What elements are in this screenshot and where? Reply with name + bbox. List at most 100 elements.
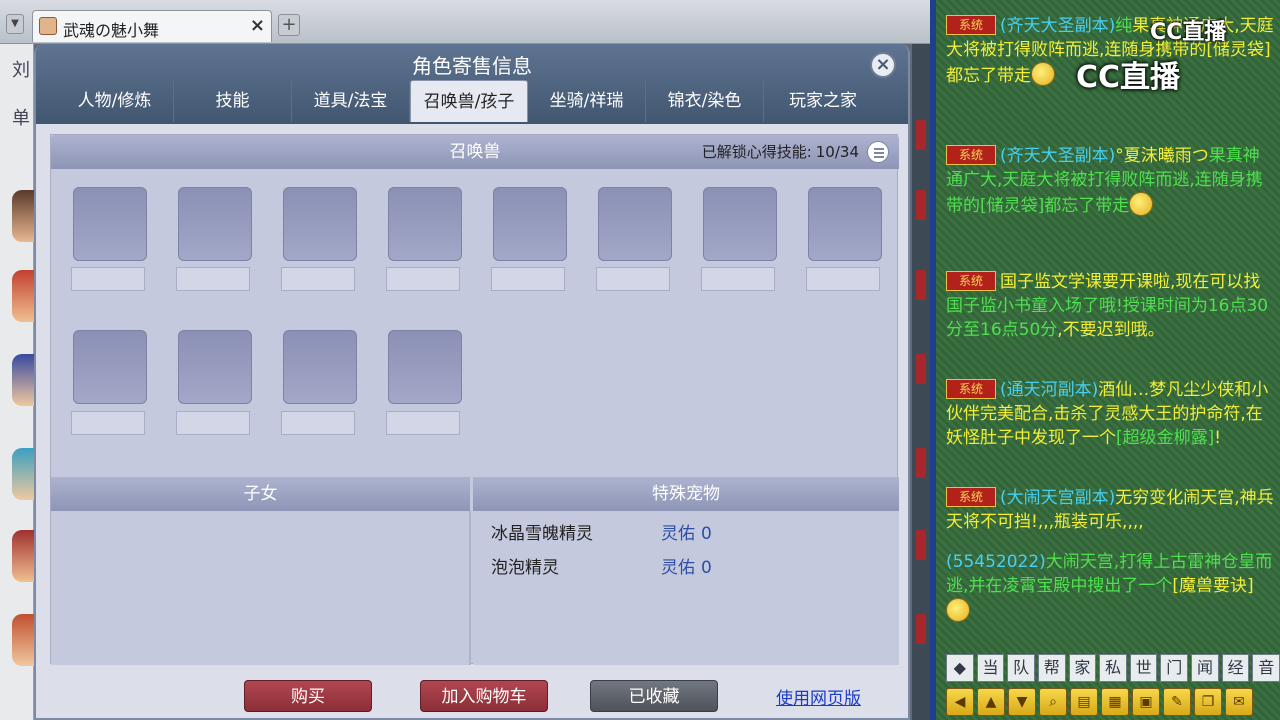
arrow-up-icon[interactable]: ▲	[977, 688, 1005, 716]
tab-player-home[interactable]: 玩家之家	[764, 80, 882, 122]
client-tab-active[interactable]: 武魂の魅小舞 ×	[32, 10, 272, 42]
summon-slot[interactable]	[493, 187, 567, 261]
summon-section-title: 召唤兽	[449, 142, 501, 162]
summon-slot[interactable]	[808, 187, 882, 261]
strip-marker	[916, 270, 926, 300]
tab-skills[interactable]: 技能	[174, 80, 292, 122]
summon-slot[interactable]	[73, 330, 147, 404]
summon-slot[interactable]	[598, 187, 672, 261]
system-badge: 系统	[946, 487, 996, 507]
system-badge: 系统	[946, 379, 996, 399]
character-face-icon	[12, 354, 34, 406]
search-icon[interactable]: ⌕	[1039, 688, 1067, 716]
unlocked-skills-counter: 已解锁心得技能: 10/34	[702, 135, 859, 169]
strip-marker	[916, 190, 926, 220]
arrow-left-icon[interactable]: ◀	[946, 688, 974, 716]
dialog-close-button[interactable]: ×	[870, 52, 896, 78]
summon-slot[interactable]	[283, 330, 357, 404]
system-badge: 系统	[946, 271, 996, 291]
channel-family-button[interactable]: 家	[1068, 654, 1097, 682]
channel-voice-button[interactable]: 音	[1252, 654, 1280, 682]
chat-message: 系统 国子监文学课要开课啦,现在可以找国子监小书童入场了哦!授课时间为16点30分…	[946, 271, 1269, 340]
summon-slot-name	[281, 267, 355, 291]
lock-icon[interactable]: ▣	[1132, 688, 1160, 716]
special-pet-row[interactable]: 冰晶雪魄精灵 灵佑 0	[491, 519, 891, 545]
channel-team-button[interactable]: 队	[1007, 654, 1035, 682]
special-pet-bless: 灵佑 0	[661, 558, 712, 578]
summon-slot[interactable]	[283, 187, 357, 261]
special-pet-name: 泡泡精灵	[491, 558, 559, 578]
list-icon[interactable]	[867, 141, 889, 163]
copy-icon[interactable]: ❐	[1194, 688, 1222, 716]
channel-current-button[interactable]: 当	[976, 654, 1005, 682]
chat-message: 系统 (大闹天宫副本)无穷变化闹天宫,神兵天将不可挡!,,,瓶装可乐,,,,	[946, 487, 1274, 532]
tab-scroll-left-icon[interactable]: ▼	[6, 14, 24, 34]
buy-button[interactable]: 购买	[244, 680, 372, 712]
summon-slot-name	[176, 267, 250, 291]
client-tab-close-icon[interactable]: ×	[250, 15, 265, 36]
laugh-emoji-icon	[946, 598, 970, 622]
tab-avatar-icon	[39, 17, 57, 35]
unlocked-skills-value: 10/34	[815, 143, 859, 161]
channel-world-button[interactable]: 世	[1129, 654, 1158, 682]
strip-text-second: 单	[12, 108, 30, 129]
strip-marker	[916, 530, 926, 560]
summon-slot[interactable]	[178, 187, 252, 261]
tab-mounts[interactable]: 坐骑/祥瑞	[528, 80, 646, 122]
dialog-tab-bar: 人物/修炼 技能 道具/法宝 召唤兽/孩子 坐骑/祥瑞 锦衣/染色 玩家之家	[56, 80, 882, 122]
summon-slot-name	[701, 267, 775, 291]
chat-panel: 系统 (齐天大圣副本)纯果真神通广大,天庭大将被打得败阵而逃,连随身携带的[储灵袋…	[930, 0, 1280, 720]
new-tab-button[interactable]: +	[278, 14, 300, 36]
tab-content-panel: 召唤兽 已解锁心得技能: 10/34 子女 特殊宠物 冰晶雪魄精灵 灵佑 0 泡…	[50, 134, 899, 665]
summon-slot[interactable]	[703, 187, 777, 261]
tab-items[interactable]: 道具/法宝	[292, 80, 410, 122]
tab-summons[interactable]: 召唤兽/孩子	[410, 80, 528, 122]
client-tab-bar: ▼ 武魂の魅小舞 × +	[0, 0, 930, 44]
web-version-link[interactable]: 使用网页版	[776, 684, 861, 709]
character-face-icon	[12, 530, 34, 582]
children-section-header: 子女	[51, 477, 471, 511]
special-pet-bless: 灵佑 0	[661, 524, 712, 544]
speech-bubble-icon[interactable]: ✉	[1225, 688, 1253, 716]
left-side-strip: 刘 单	[0, 44, 34, 720]
special-pet-row[interactable]: 泡泡精灵 灵佑 0	[491, 553, 891, 579]
summon-section-header: 召唤兽 已解锁心得技能: 10/34	[51, 135, 899, 169]
document-icon[interactable]: ▤	[1070, 688, 1098, 716]
arrow-down-icon[interactable]: ▼	[1008, 688, 1036, 716]
summon-slot[interactable]	[388, 187, 462, 261]
chat-message: 系统 (通天河副本)酒仙…梦凡尘少侠和小伙伴完美配合,击杀了灵感大王的护命符,在妖…	[946, 379, 1269, 448]
summon-slot[interactable]	[178, 330, 252, 404]
smile-emoji-icon	[1031, 62, 1055, 86]
summon-slot-name	[176, 411, 250, 435]
summon-slot[interactable]	[73, 187, 147, 261]
dialog-header: 角色寄售信息 × 人物/修炼 技能 道具/法宝 召唤兽/孩子 坐骑/祥瑞 锦衣/…	[36, 44, 908, 124]
channel-economy-button[interactable]: 经	[1221, 654, 1250, 682]
right-side-strip	[912, 44, 930, 720]
special-pets-section-header: 特殊宠物	[473, 477, 899, 511]
channel-sect-button[interactable]: 门	[1160, 654, 1189, 682]
add-to-cart-button[interactable]: 加入购物车	[420, 680, 548, 712]
game-viewport: ▼ 武魂の魅小舞 × + 刘 单 角色寄售信息 × 人物/修炼 技能 道具/法宝…	[0, 0, 930, 720]
grid-icon[interactable]: ▦	[1101, 688, 1129, 716]
chat-message: (55452022)大闹天宫,打得上古雷神仓皇而逃,并在凌霄宝殿中搜出了一个[魔…	[946, 550, 1276, 624]
channel-private-button[interactable]: 私	[1099, 654, 1127, 682]
system-badge: 系统	[946, 15, 996, 35]
cc-live-watermark: CC直播	[1076, 60, 1181, 95]
special-pets-list: 冰晶雪魄精灵 灵佑 0 泡泡精灵 灵佑 0	[473, 511, 899, 665]
tab-outfits[interactable]: 锦衣/染色	[646, 80, 764, 122]
summon-slot[interactable]	[388, 330, 462, 404]
strip-marker	[916, 354, 926, 384]
summon-slot-name	[596, 267, 670, 291]
channel-news-button[interactable]: 闻	[1191, 654, 1219, 682]
strip-marker	[916, 448, 926, 478]
summon-slot-name	[386, 411, 460, 435]
chat-message: 系统 (齐天大圣副本)°夏沫曦雨つ果真神通广大,天庭大将被打得败阵而逃,连随身携带…	[946, 145, 1263, 216]
channel-toggle-icon[interactable]: ◆	[946, 654, 974, 682]
tab-character[interactable]: 人物/修炼	[56, 80, 174, 122]
unlocked-skills-label: 已解锁心得技能:	[701, 143, 812, 161]
channel-guild-button[interactable]: 帮	[1037, 654, 1066, 682]
brush-icon[interactable]: ✎	[1163, 688, 1191, 716]
summon-slot-name	[491, 267, 565, 291]
consignment-dialog: 角色寄售信息 × 人物/修炼 技能 道具/法宝 召唤兽/孩子 坐骑/祥瑞 锦衣/…	[34, 44, 910, 720]
favorited-button[interactable]: 已收藏	[590, 680, 718, 712]
